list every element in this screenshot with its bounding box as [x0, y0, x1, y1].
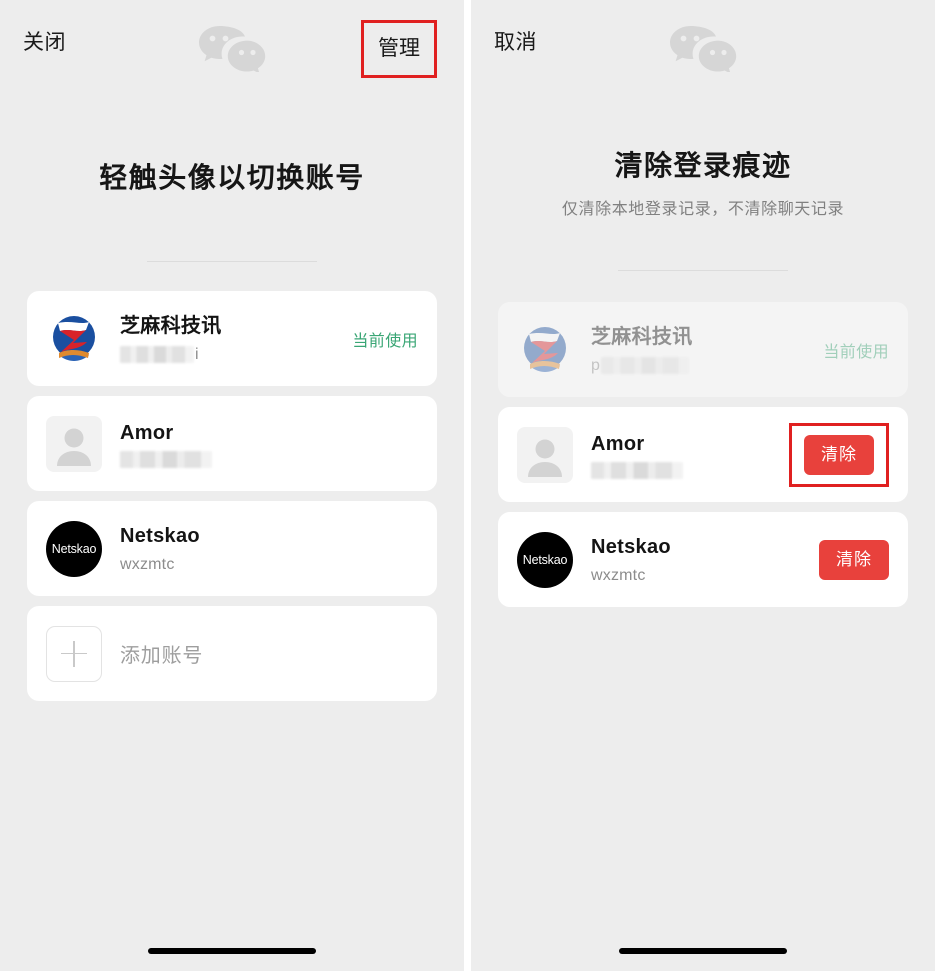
redacted-text: [601, 356, 690, 374]
home-indicator: [619, 948, 787, 954]
left-topbar: 关闭 管理: [0, 0, 464, 84]
right-topbar: 取消: [471, 0, 935, 84]
account-card-amor[interactable]: Amor: [27, 396, 437, 491]
status-badge-current: 当前使用: [823, 343, 889, 361]
wechat-logo-icon: [667, 24, 739, 74]
page-title: 清除登录痕迹: [614, 150, 792, 181]
account-username: wxzmtc: [591, 566, 646, 584]
initials-avatar: Netskao: [517, 531, 573, 588]
account-switcher-panel: 关闭 管理 轻触头像以切换账号 芝麻科技讯 i 当前使用 Amor Netska…: [0, 0, 464, 971]
account-name: Netskao: [591, 535, 671, 558]
account-card-zhima: 芝麻科技讯 p 当前使用: [498, 302, 908, 397]
screenshot-root: 关闭 管理 轻触头像以切换账号 芝麻科技讯 i 当前使用 Amor Netska…: [0, 0, 935, 971]
account-name: Netskao: [120, 524, 200, 547]
redacted-text: [120, 345, 194, 363]
page-title: 轻触头像以切换账号: [99, 162, 365, 193]
status-badge-current: 当前使用: [352, 332, 418, 350]
add-account-label: 添加账号: [120, 645, 204, 667]
account-name: 芝麻科技讯: [120, 314, 222, 337]
account-card-zhima[interactable]: 芝麻科技讯 i 当前使用: [27, 291, 437, 386]
brand-logo-avatar-icon: [46, 311, 102, 367]
account-card-amor: Amor 清除: [498, 407, 908, 502]
clear-login-traces-panel: 取消 清除登录痕迹 仅清除本地登录记录，不清除聊天记录 芝麻科技讯 p 当前使用…: [471, 0, 935, 971]
add-account-card[interactable]: 添加账号: [27, 606, 437, 701]
right-heading-area: 清除登录痕迹 仅清除本地登录记录，不清除聊天记录: [471, 84, 935, 271]
avatar-initials-label: Netskao: [522, 552, 568, 567]
brand-logo-avatar-icon: [517, 322, 573, 378]
account-name: Amor: [120, 421, 174, 444]
account-list: 芝麻科技讯 i 当前使用 Amor Netskao Netskao wxzmtc…: [0, 291, 464, 701]
default-person-avatar-icon: [517, 426, 573, 483]
avatar-initials-label: Netskao: [51, 541, 97, 556]
initials-avatar: Netskao: [46, 520, 102, 577]
divider: [147, 261, 317, 262]
left-heading-area: 轻触头像以切换账号: [0, 84, 464, 262]
panel-divider: [464, 0, 471, 971]
close-button[interactable]: 关闭: [20, 27, 69, 59]
home-indicator: [148, 948, 316, 954]
clear-button[interactable]: 清除: [804, 434, 874, 475]
default-person-avatar-icon: [46, 415, 102, 472]
username-prefix: p: [591, 356, 601, 374]
plus-icon: [46, 625, 102, 682]
cancel-button[interactable]: 取消: [491, 27, 540, 59]
account-username: i: [120, 344, 352, 365]
divider: [618, 270, 788, 271]
account-name: 芝麻科技讯: [591, 325, 693, 348]
account-name: Amor: [591, 432, 645, 455]
account-username: [591, 461, 789, 479]
account-info: Netskao wxzmtc: [120, 523, 418, 575]
heading-divider-slot: [0, 261, 464, 262]
redacted-text: [591, 461, 683, 479]
account-info: 芝麻科技讯 p: [591, 324, 823, 376]
account-info: Netskao wxzmtc: [591, 534, 819, 586]
account-info: Amor: [120, 420, 418, 468]
wechat-logo-icon: [196, 24, 268, 74]
page-subtitle: 仅清除本地登录记录，不清除聊天记录: [561, 201, 845, 218]
account-username: wxzmtc: [120, 555, 175, 573]
username-suffix: i: [195, 345, 199, 363]
manage-button[interactable]: 管理: [361, 20, 437, 78]
account-card-netskao: Netskao Netskao wxzmtc 清除: [498, 512, 908, 607]
account-username: [120, 450, 418, 468]
clear-button-annotation: 清除: [789, 422, 889, 487]
account-card-netskao[interactable]: Netskao Netskao wxzmtc: [27, 501, 437, 596]
account-info: 芝麻科技讯 i: [120, 313, 352, 365]
account-info: Amor: [591, 431, 789, 479]
account-username: p: [591, 355, 823, 376]
heading-divider-slot: [471, 270, 935, 271]
account-list: 芝麻科技讯 p 当前使用 Amor 清除 Netskao Netskao wxz…: [471, 302, 935, 607]
clear-button[interactable]: 清除: [819, 539, 889, 580]
redacted-text: [120, 450, 212, 468]
